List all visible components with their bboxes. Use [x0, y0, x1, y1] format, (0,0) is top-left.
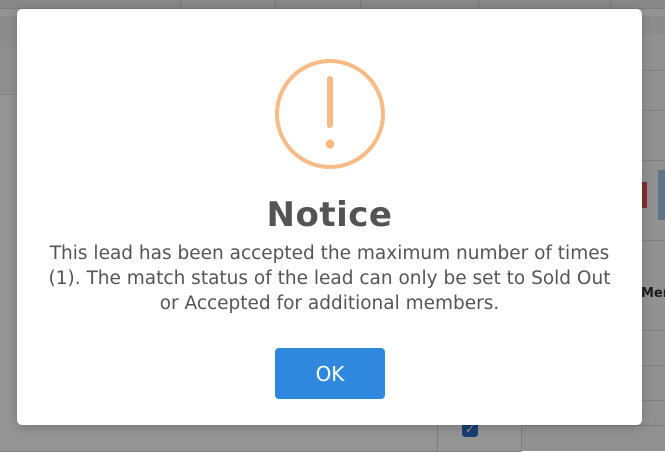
notice-dialog: Notice This lead has been accepted the m…	[17, 9, 642, 425]
warning-exclamation-icon	[275, 59, 385, 169]
dialog-message: This lead has been accepted the maximum …	[48, 243, 611, 314]
dialog-title: Notice	[266, 195, 393, 235]
ok-button[interactable]: OK	[275, 348, 385, 399]
